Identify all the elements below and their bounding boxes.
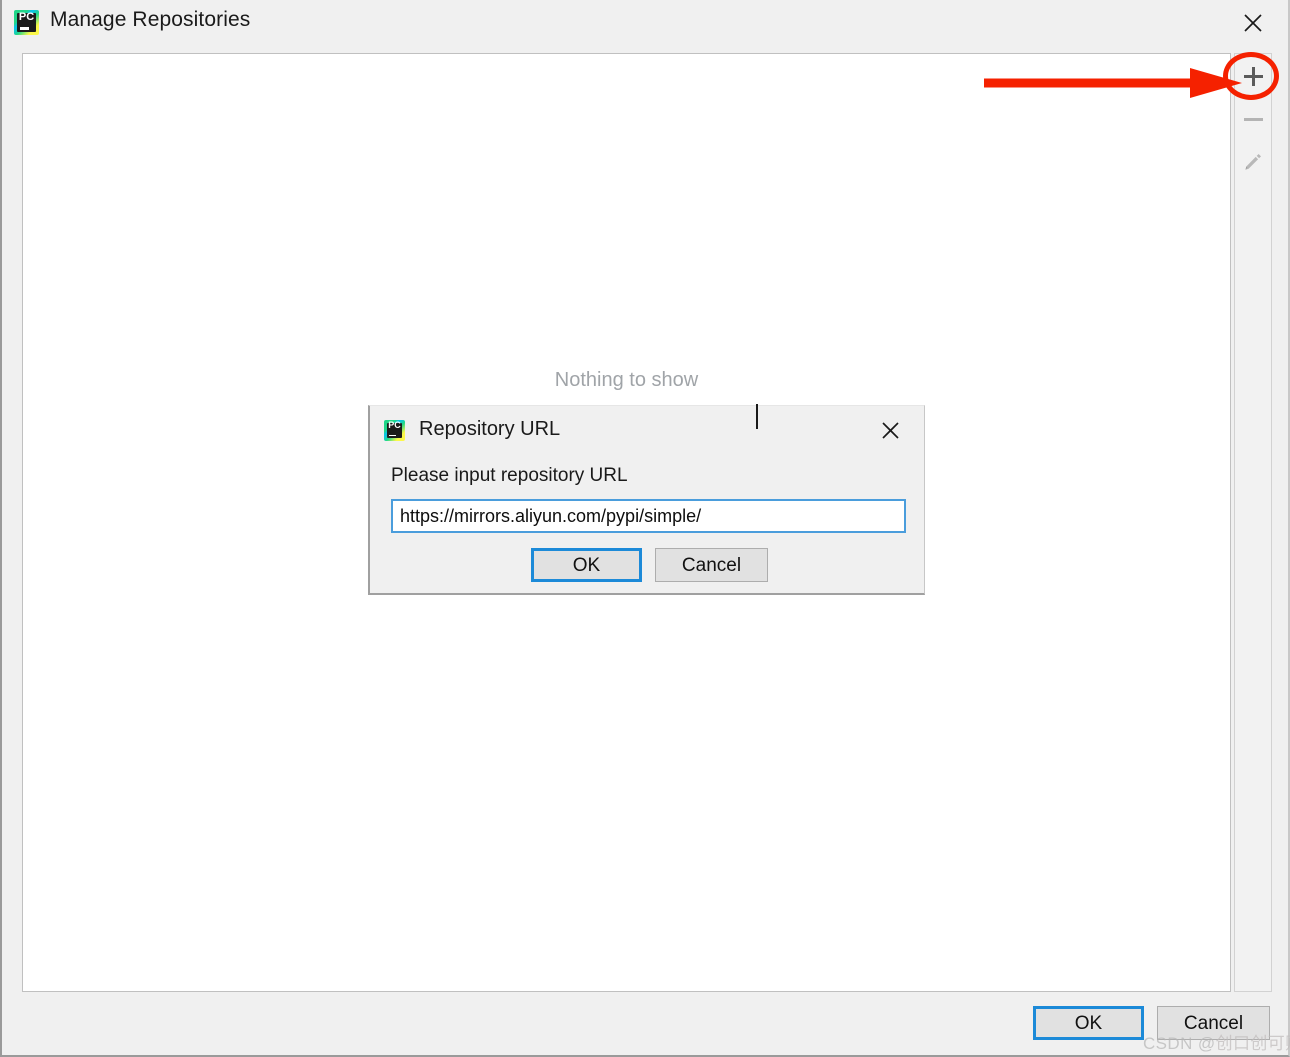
remove-repository-button[interactable] — [1235, 99, 1271, 139]
edit-repository-button[interactable] — [1235, 142, 1271, 182]
repository-url-titlebar: PC Repository URL — [370, 406, 924, 454]
repository-url-ok-button[interactable]: OK — [531, 548, 642, 582]
main-titlebar: PC Manage Repositories — [2, 0, 1288, 45]
pycharm-icon: PC — [384, 420, 405, 441]
plus-icon — [1243, 66, 1263, 86]
minus-icon — [1243, 110, 1263, 129]
repository-url-input[interactable] — [391, 499, 906, 533]
close-icon[interactable] — [866, 406, 914, 454]
repository-url-dialog: PC Repository URL Please input repositor… — [368, 405, 925, 595]
repository-url-cancel-button[interactable]: Cancel — [655, 548, 768, 582]
text-caret — [756, 404, 758, 429]
main-ok-button[interactable]: OK — [1033, 1006, 1144, 1040]
pencil-icon — [1245, 154, 1261, 170]
repository-url-prompt: Please input repository URL — [391, 465, 628, 486]
close-icon[interactable] — [1226, 0, 1280, 45]
page-title: Manage Repositories — [50, 8, 251, 31]
repository-toolbar — [1234, 53, 1272, 992]
pycharm-icon: PC — [14, 10, 39, 35]
repository-url-title: Repository URL — [419, 418, 561, 440]
manage-repositories-dialog: PC Manage Repositories Nothing to show O… — [0, 0, 1290, 1057]
add-repository-button[interactable] — [1235, 56, 1271, 96]
main-cancel-button[interactable]: Cancel — [1157, 1006, 1270, 1040]
